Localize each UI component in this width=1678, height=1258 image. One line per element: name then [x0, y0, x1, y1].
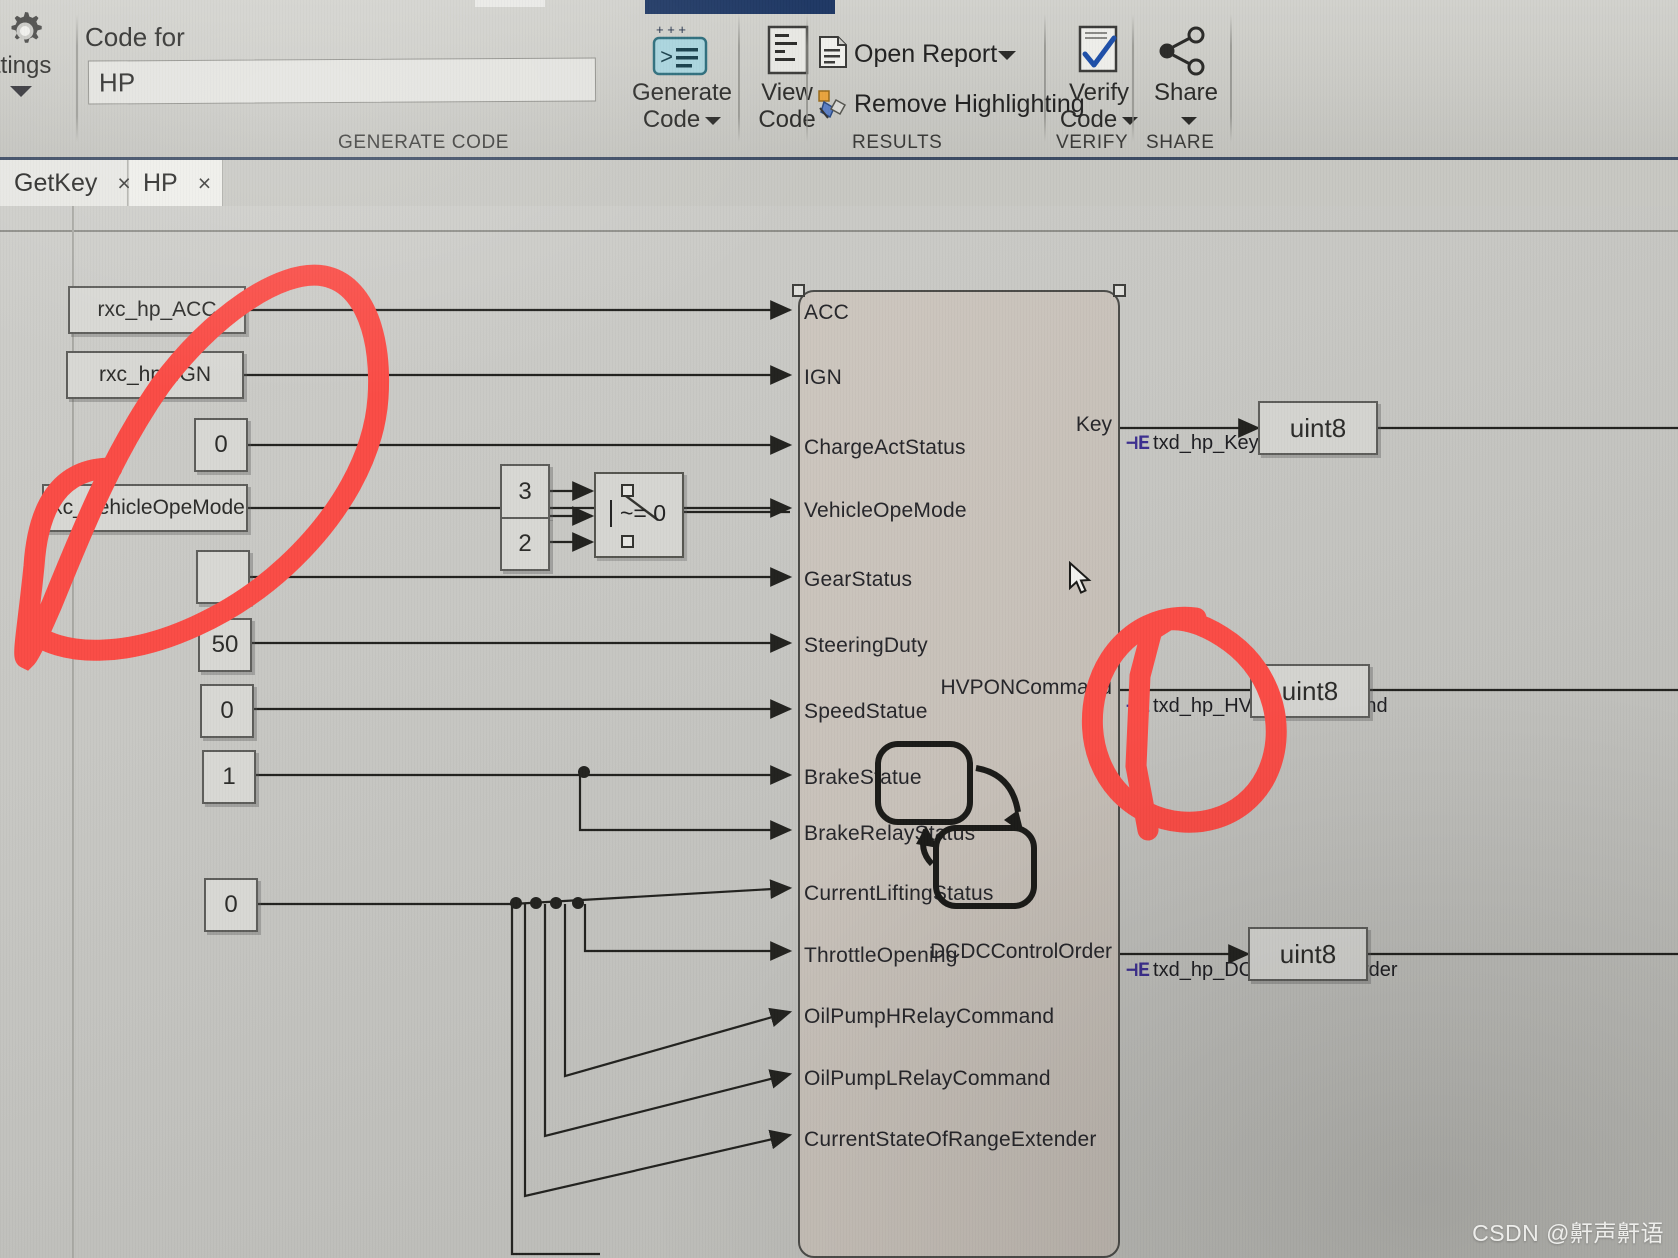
- code-for-label: Code for: [85, 22, 185, 52]
- constant-block-50[interactable]: 50: [198, 618, 252, 672]
- generate-code-caret[interactable]: [705, 116, 722, 125]
- uint8-label: uint8: [1279, 938, 1337, 969]
- title-bar-strip-2: [475, 0, 545, 7]
- port-label-ign: IGN: [804, 366, 842, 389]
- settings-label: ttings: [0, 52, 52, 79]
- csdn-watermark: CSDN @鼾声鼾语: [1472, 1220, 1664, 1246]
- constant-block-1[interactable]: 1: [202, 750, 256, 804]
- switch-criteria-label: ~= 0: [610, 500, 666, 527]
- model-canvas[interactable]: rxc_hp_ACC rxc_hp_IGN rxc_VehicleOpeMode…: [0, 206, 1678, 1258]
- ribbon-divider-5: [1132, 14, 1134, 142]
- verify-group-title: VERIFY: [1056, 132, 1129, 153]
- generate-code-line2: Code: [612, 106, 752, 134]
- stateflow-state-shapes: [875, 741, 1037, 909]
- inport-label: rxc_hp_IGN: [98, 363, 212, 386]
- tab-hp-label: HP: [143, 168, 178, 197]
- ribbon-divider-2: [738, 14, 740, 142]
- port-label-chargeactstatus: ChargeActStatus: [804, 436, 966, 459]
- out-label-hvponcommand: HVPONCommand: [940, 676, 1112, 699]
- constant-value: 50: [211, 631, 239, 658]
- remove-highlighting-icon: [816, 88, 850, 127]
- constant-block-blank[interactable]: [196, 550, 250, 604]
- model-tab-bar: GetKey × HP ×: [0, 160, 1678, 206]
- report-document-icon: [816, 34, 850, 75]
- ribbon-divider-3: [806, 14, 808, 142]
- constant-block-0-c[interactable]: 0: [204, 878, 258, 932]
- canvas-top-border: [0, 230, 1678, 232]
- ribbon-divider-4: [1044, 14, 1046, 142]
- generate-code-group-title: GENERATE CODE: [338, 132, 510, 153]
- share-line1: Share: [1153, 79, 1219, 106]
- tab-hp-close-icon[interactable]: ×: [198, 170, 211, 197]
- inport-block-rxc-vehicleopemode[interactable]: rxc_VehicleOpeMode: [42, 484, 248, 532]
- share-caret-icon[interactable]: [1180, 116, 1197, 125]
- generate-code-button[interactable]: Generate Code: [612, 79, 752, 134]
- ribbon-toolbar: ttings Code for GENERATE CODE + + + >: [0, 0, 1678, 160]
- out-label-key: Key: [1075, 413, 1112, 436]
- inport-block-rxc-hp-ign[interactable]: rxc_hp_IGN: [66, 351, 244, 399]
- constant-block-3[interactable]: 3: [500, 464, 550, 518]
- settings-dropdown-caret[interactable]: [10, 86, 32, 97]
- port-label-oilpumphrelaycommand: OilPumpHRelayCommand: [804, 1005, 1055, 1028]
- ribbon-divider-6: [1230, 14, 1232, 142]
- constant-value: 0: [224, 891, 238, 918]
- signal-marker-icon: ⊣E: [1126, 433, 1151, 456]
- port-label-oilpumplrelaycommand: OilPumpLRelayCommand: [804, 1067, 1051, 1090]
- switch-block[interactable]: ~= 0: [594, 472, 684, 558]
- view-code-line2: Code: [758, 105, 816, 133]
- inport-label: rxc_hp_ACC: [97, 298, 217, 321]
- inport-label: rxc_VehicleOpeMode: [45, 496, 245, 519]
- constant-block-0-a[interactable]: 0: [194, 418, 248, 472]
- constant-block-0-b[interactable]: 0: [200, 684, 254, 738]
- svg-text:+ + +: + + +: [656, 22, 686, 37]
- open-report-item[interactable]: Open Report: [854, 40, 997, 69]
- signal-marker-icon: ⊣E: [1126, 696, 1151, 719]
- constant-value: 2: [518, 530, 532, 557]
- code-for-input[interactable]: [87, 57, 597, 105]
- simulink-window: ttings Code for GENERATE CODE + + + >: [0, 0, 1678, 1258]
- open-report-caret-icon[interactable]: [998, 51, 1016, 60]
- constant-value: 0: [214, 431, 228, 458]
- signal-marker-icon: ⊣E: [1126, 960, 1151, 983]
- results-group-title: RESULTS: [852, 132, 943, 153]
- uint8-block-dcdccontrolorder[interactable]: uint8: [1248, 927, 1368, 981]
- verify-check-icon: [1072, 22, 1124, 83]
- share-button[interactable]: Share: [1138, 79, 1234, 134]
- generate-code-icon: + + + >: [650, 22, 710, 83]
- generate-code-line1: Generate: [631, 79, 733, 106]
- uint8-block-hvponcommand[interactable]: uint8: [1250, 664, 1370, 718]
- port-label-acc: ACC: [804, 301, 849, 324]
- share-nodes-icon: [1156, 26, 1210, 83]
- port-label-currentstateofrangeextender: CurrentStateOfRangeExtender: [804, 1128, 1097, 1151]
- tab-getkey-label: GetKey: [14, 168, 98, 197]
- port-label-steeringduty: SteeringDuty: [804, 634, 928, 657]
- svg-text:>: >: [660, 46, 673, 71]
- view-code-button[interactable]: View Code: [748, 79, 826, 134]
- uint8-label: uint8: [1289, 412, 1347, 443]
- selection-handle-top-left[interactable]: [792, 284, 805, 297]
- ribbon-divider-1: [76, 14, 78, 142]
- uint8-block-key[interactable]: uint8: [1258, 401, 1378, 455]
- constant-value: 3: [518, 478, 532, 505]
- title-bar-strip: [645, 0, 835, 14]
- signal-label-txd-hp-key: ⊣E txd_hp_Key: [1126, 432, 1259, 456]
- share-caret-line[interactable]: [1138, 107, 1234, 134]
- view-code-line1: View: [761, 79, 813, 106]
- inport-block-rxc-hp-acc[interactable]: rxc_hp_ACC: [68, 286, 246, 334]
- tab-getkey[interactable]: GetKey ×: [0, 160, 131, 206]
- share-group-title: SHARE: [1146, 132, 1215, 153]
- selection-handle-top-right[interactable]: [1113, 284, 1126, 297]
- verify-code-caret[interactable]: [1122, 116, 1139, 125]
- constant-block-2[interactable]: 2: [500, 517, 550, 571]
- constant-value: 1: [222, 763, 236, 790]
- port-label-vehicleopemode: VehicleOpeMode: [804, 499, 967, 522]
- port-label-speedstatue: SpeedStatue: [804, 700, 928, 723]
- tab-hp[interactable]: HP ×: [129, 160, 223, 206]
- out-label-dcdccontrolorder: DCDCControlOrder: [929, 940, 1112, 963]
- uint8-label: uint8: [1281, 675, 1339, 706]
- constant-value: 0: [220, 697, 234, 724]
- settings-group: ttings: [0, 0, 78, 160]
- port-label-gearstatus: GearStatus: [804, 568, 913, 591]
